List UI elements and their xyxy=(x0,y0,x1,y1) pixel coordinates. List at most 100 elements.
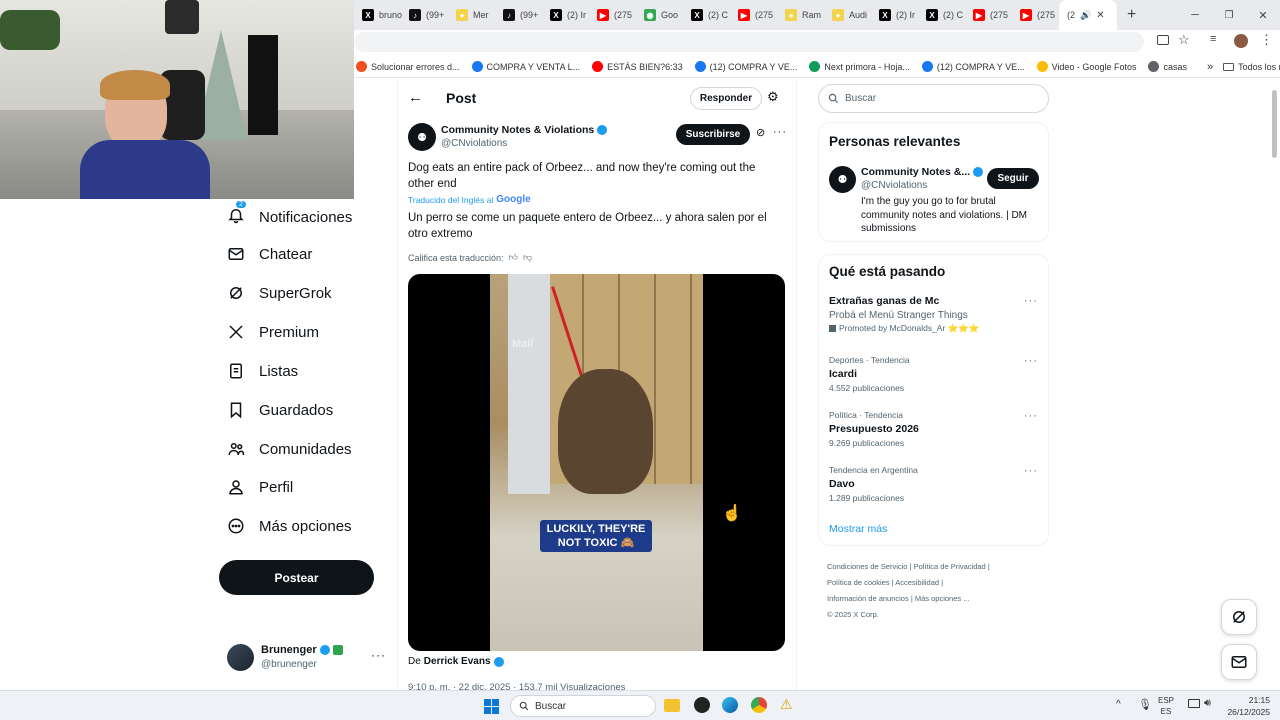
browser-tab[interactable]: ▶ (275 xyxy=(730,0,777,30)
nav-supergrok[interactable]: SuperGrok xyxy=(227,284,332,302)
relevant-avatar[interactable]: ⚉ xyxy=(829,166,856,193)
nav-notifications[interactable]: 2 Notificaciones xyxy=(227,201,352,228)
trend-item[interactable]: Tendencia en Argentina Davo 1.289 public… xyxy=(829,465,1039,507)
thumbs-up-icon[interactable]: 👍︎ xyxy=(509,252,518,263)
network-icon[interactable] xyxy=(1188,699,1200,708)
taskbar-search[interactable]: Buscar xyxy=(510,695,656,717)
browser-tab[interactable]: X (2) C xyxy=(918,0,965,30)
subscribe-button[interactable]: Suscribirse xyxy=(676,124,750,145)
nav-communities[interactable]: Comunidades xyxy=(227,440,352,458)
volume-icon[interactable]: 🔊︎ xyxy=(1204,697,1211,710)
reply-button[interactable]: Responder xyxy=(690,87,762,110)
minimize-icon[interactable]: ─ xyxy=(1178,9,1212,21)
reply-settings-icon[interactable]: ⚙ xyxy=(767,89,779,105)
browser-tab[interactable]: X (2) Ir xyxy=(871,0,918,30)
author-avatar[interactable]: ⚉ xyxy=(408,123,436,151)
nav-premium[interactable]: Premium xyxy=(227,323,319,341)
trend-more-icon[interactable]: ··· xyxy=(1024,295,1038,307)
browser-tab[interactable]: ♪ (99+ xyxy=(401,0,448,30)
grok-float-button[interactable] xyxy=(1221,599,1257,635)
tab-active[interactable]: (2 🔊 ✕ xyxy=(1059,0,1117,30)
bookmark-item[interactable]: (12) COMPRA Y VE... xyxy=(921,61,1025,72)
browser-tab[interactable]: ▶ (275 xyxy=(1012,0,1059,30)
all-bookmarks-folder[interactable]: Todos los marcadores xyxy=(1223,62,1280,72)
microphone-icon[interactable]: 🎙︎ xyxy=(1138,698,1152,711)
warning-app-icon[interactable]: ⚠ xyxy=(780,696,793,713)
thumbs-down-icon[interactable]: 👎︎ xyxy=(523,252,532,263)
star-icon[interactable]: ☆ xyxy=(1178,32,1190,48)
profile-avatar[interactable] xyxy=(1234,34,1248,48)
trend-item[interactable]: Extrañas ganas de Mc Probá el Menú Stran… xyxy=(829,295,1039,343)
trend-title: Extrañas ganas de Mc xyxy=(829,295,940,307)
browser-tab[interactable]: ♪ (99+ xyxy=(495,0,542,30)
relevant-handle[interactable]: @CNviolations xyxy=(861,180,927,191)
footer-accessibility-link[interactable]: Accesibilidad xyxy=(895,578,939,587)
restore-icon[interactable]: ❐ xyxy=(1212,10,1246,21)
browser-tab[interactable]: ● Mer xyxy=(448,0,495,30)
bookmark-item[interactable]: Next primora - Hoja... xyxy=(809,61,910,72)
address-field[interactable] xyxy=(354,32,1144,52)
browser-tab[interactable]: ● Ram xyxy=(777,0,824,30)
search-box[interactable]: Buscar xyxy=(818,84,1049,113)
start-button[interactable] xyxy=(484,699,499,714)
tray-overflow-icon[interactable]: ^ xyxy=(1116,699,1121,710)
language-indicator[interactable]: ESP ES xyxy=(1158,695,1174,717)
post-button[interactable]: Postear xyxy=(219,560,374,595)
close-tab-icon[interactable]: ✕ xyxy=(1096,10,1104,21)
file-explorer-icon[interactable] xyxy=(664,699,680,712)
media-control-icon[interactable]: ≡ xyxy=(1210,33,1216,45)
messages-float-button[interactable] xyxy=(1221,644,1257,680)
grok-explain-icon[interactable]: ⊘ xyxy=(756,126,765,139)
nav-bookmarks[interactable]: Guardados xyxy=(227,401,333,419)
nav-lists[interactable]: Listas xyxy=(227,362,298,380)
footer-terms-link[interactable]: Condiciones de Servicio xyxy=(827,562,907,571)
browser-tab[interactable]: Xbruno xyxy=(354,0,402,30)
app-icon[interactable] xyxy=(694,697,710,713)
browser-tab[interactable]: ◉ Goo xyxy=(636,0,683,30)
trend-item[interactable]: Deportes · Tendencia Icardi 4.552 public… xyxy=(829,355,1039,397)
bookmark-item[interactable]: Video - Google Fotos xyxy=(1036,61,1136,72)
clock[interactable]: 21:15 26/12/2025 xyxy=(1222,694,1270,718)
account-more-icon[interactable]: ··· xyxy=(371,648,386,662)
nav-profile[interactable]: Perfil xyxy=(227,478,293,496)
account-switcher[interactable]: Brunenger @brunenger ··· xyxy=(227,644,387,674)
browser-tab[interactable]: X (2) C xyxy=(683,0,730,30)
browser-tab[interactable]: X (2) Ir xyxy=(542,0,589,30)
trend-more-icon[interactable]: ··· xyxy=(1024,410,1038,422)
browser-tab[interactable]: ● Audi xyxy=(824,0,871,30)
back-arrow-icon[interactable]: ← xyxy=(408,89,423,106)
browser-menu-icon[interactable]: ⋮ xyxy=(1260,32,1273,48)
bookmark-item[interactable]: casas xyxy=(1148,61,1187,72)
relevant-name[interactable]: Community Notes &... xyxy=(861,166,970,178)
new-tab-button[interactable]: + xyxy=(1117,6,1146,24)
bookmark-item[interactable]: COMPRA Y VENTA L... xyxy=(471,61,580,72)
trend-more-icon[interactable]: ··· xyxy=(1024,465,1038,477)
source-author-link[interactable]: Derrick Evans xyxy=(424,656,491,667)
author-name[interactable]: Community Notes & Violations xyxy=(441,124,594,136)
trend-item[interactable]: Política · Tendencia Presupuesto 2026 9.… xyxy=(829,410,1039,452)
bookmark-item[interactable]: ESTÁS BIEN?6:33 xyxy=(592,61,683,72)
footer-privacy-link[interactable]: Política de Privacidad xyxy=(914,562,986,571)
post-more-icon[interactable]: ··· xyxy=(773,126,787,138)
footer-more-link[interactable]: Más opciones ... xyxy=(915,594,970,603)
garland xyxy=(0,10,60,50)
bookmark-item[interactable]: Solucionar errores d... xyxy=(356,61,460,72)
install-app-icon[interactable] xyxy=(1157,35,1169,45)
nav-chat[interactable]: Chatear xyxy=(227,245,312,263)
nav-more[interactable]: Más opciones xyxy=(227,517,352,535)
follow-button[interactable]: Seguir xyxy=(987,168,1039,189)
bookmarks-overflow-icon[interactable]: » xyxy=(1207,61,1213,73)
author-handle[interactable]: @CNviolations xyxy=(441,138,507,149)
bookmark-item[interactable]: (12) COMPRA Y VE... xyxy=(694,61,797,72)
browser-tab[interactable]: ▶ (275 xyxy=(589,0,636,30)
edge-icon[interactable] xyxy=(722,697,738,713)
close-window-icon[interactable]: ✕ xyxy=(1246,9,1280,22)
footer-cookies-link[interactable]: Política de cookies xyxy=(827,578,890,587)
show-more-link[interactable]: Mostrar más xyxy=(829,523,887,535)
footer-ads-link[interactable]: Información de anuncios xyxy=(827,594,909,603)
post-video[interactable]: Mail LUCKILY, THEY'RE NOT TOXIC 🙈 xyxy=(408,274,785,651)
chrome-icon[interactable] xyxy=(751,697,767,713)
page-scrollbar[interactable] xyxy=(1272,90,1277,158)
browser-tab[interactable]: ▶ (275 xyxy=(965,0,1012,30)
trend-more-icon[interactable]: ··· xyxy=(1024,355,1038,367)
